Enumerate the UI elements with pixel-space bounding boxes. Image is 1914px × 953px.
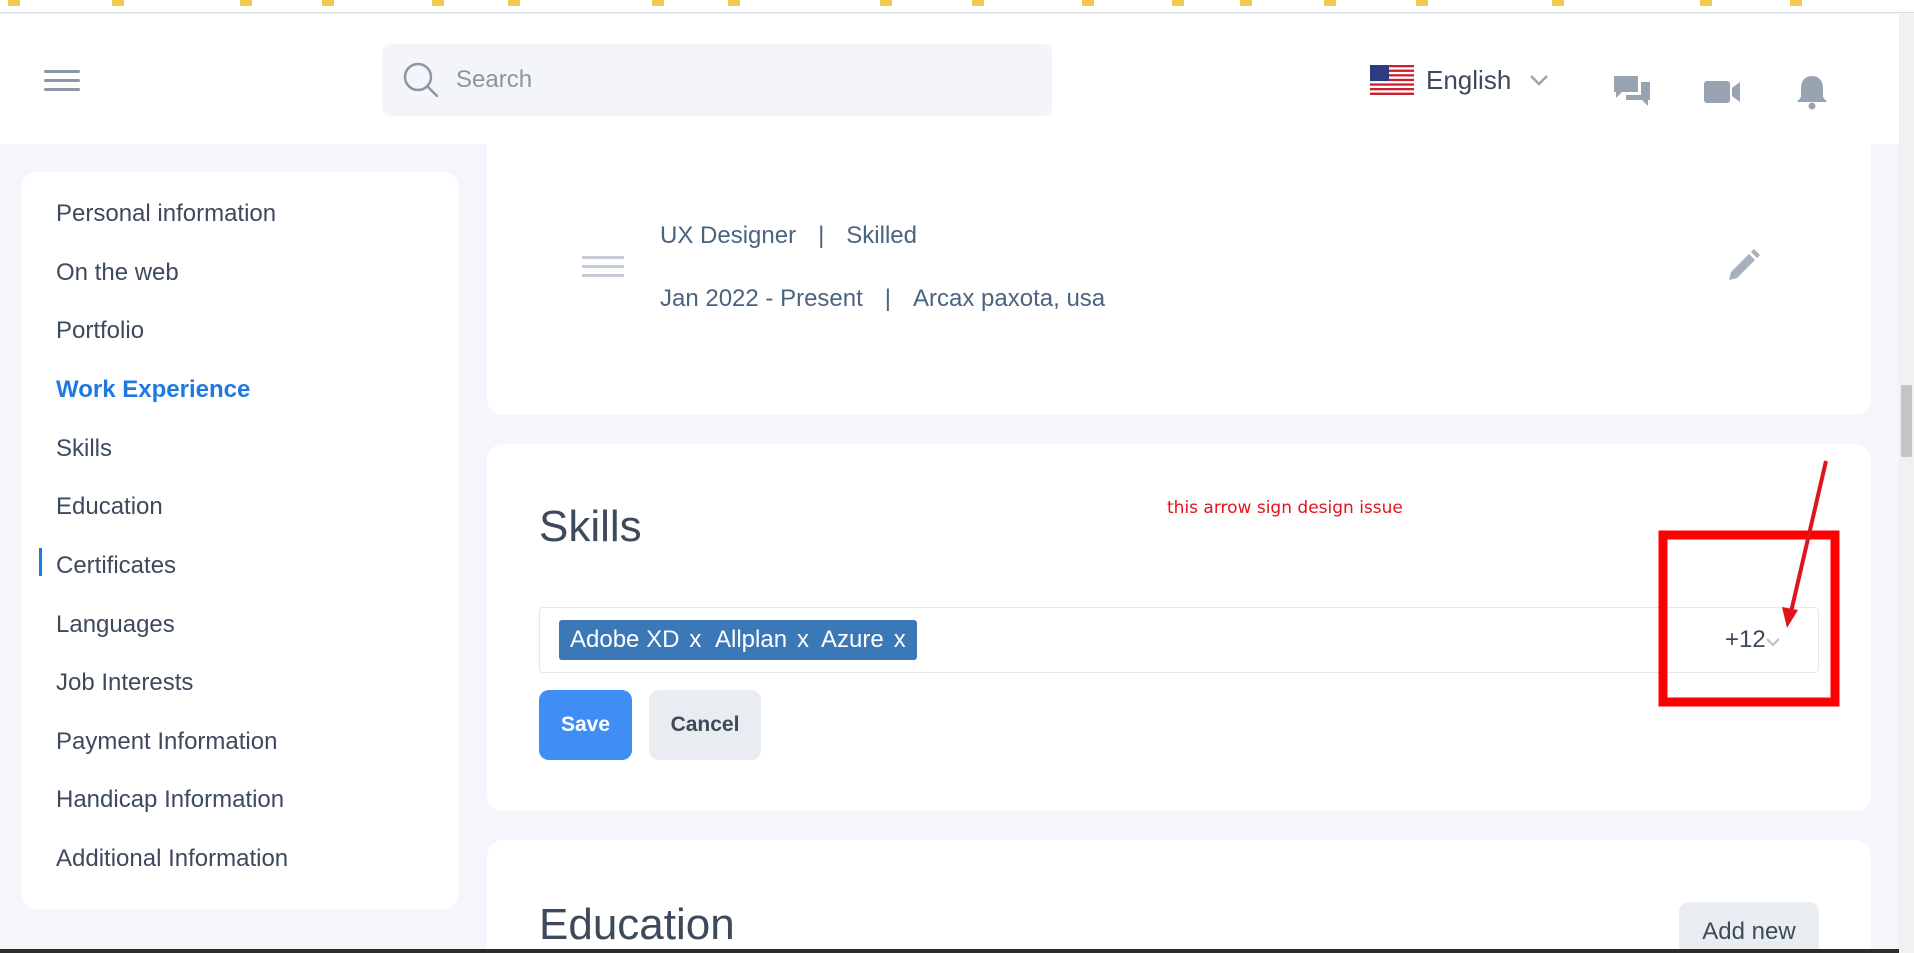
remove-chip-button[interactable]: x — [894, 626, 906, 654]
chat-icon[interactable] — [1612, 74, 1652, 110]
sidebar-item-personal-information[interactable]: Personal information — [56, 200, 276, 228]
sidebar-item-work-experience[interactable]: Work Experience — [56, 376, 250, 404]
page: English Personal information On the web … — [0, 0, 1914, 953]
language-label: English — [1426, 64, 1512, 95]
more-skills-count: +12 — [1725, 626, 1766, 653]
annotation-note: this arrow sign design issue — [1167, 498, 1403, 518]
bookmark-folder-icon[interactable] — [508, 0, 520, 6]
bell-icon[interactable] — [1792, 74, 1832, 110]
sidebar-item-languages[interactable]: Languages — [56, 611, 175, 639]
remove-chip-button[interactable]: x — [689, 626, 701, 654]
search-input[interactable] — [456, 44, 1036, 116]
bookmark-folder-icon[interactable] — [432, 0, 444, 6]
save-button[interactable]: Save — [539, 690, 632, 760]
add-new-button[interactable]: Add new — [1679, 902, 1819, 953]
drag-handle-icon[interactable] — [582, 256, 624, 278]
work-experience-card: UX Designer | Skilled Jan 2022 - Present | A… — [487, 144, 1871, 415]
chip-label: Allplan — [715, 626, 788, 653]
bookmark-folder-icon[interactable] — [1552, 0, 1564, 6]
menu-icon[interactable] — [44, 70, 80, 94]
bookmark-folder-icon[interactable] — [240, 0, 252, 6]
chip-label: Azure — [821, 626, 884, 653]
separator: | — [884, 285, 892, 312]
bookmark-folder-icon[interactable] — [1240, 0, 1252, 6]
search-bar[interactable] — [382, 44, 1052, 116]
us-flag-icon — [1370, 65, 1414, 95]
scrollbar-thumb[interactable] — [1901, 385, 1912, 457]
skills-multiselect[interactable]: Adobe XD x Allplan x Azure x +12 — [539, 607, 1819, 673]
bookmark-folder-icon[interactable] — [112, 0, 124, 6]
skill-chip: Allplan x — [704, 620, 821, 660]
bookmark-folder-icon[interactable] — [972, 0, 984, 6]
sidebar-item-on-the-web[interactable]: On the web — [56, 259, 179, 287]
experience-meta-line: Jan 2022 - Present | Arcax paxota, usa — [660, 285, 1105, 313]
bookmark-folder-icon[interactable] — [728, 0, 740, 6]
chevron-down-icon[interactable] — [1765, 636, 1781, 648]
sidebar-item-job-interests[interactable]: Job Interests — [56, 669, 193, 697]
bookmark-folder-icon[interactable] — [8, 0, 20, 6]
section-title: Skills — [539, 502, 642, 551]
bookmark-folder-icon[interactable] — [1700, 0, 1712, 6]
window-bottom-edge — [0, 949, 1899, 953]
page-scrollbar[interactable] — [1899, 14, 1914, 953]
bookmarks-bar — [0, 0, 1914, 13]
skill-level: Skilled — [846, 222, 917, 249]
sidebar-item-handicap-information[interactable]: Handicap Information — [56, 786, 284, 814]
video-icon[interactable] — [1702, 74, 1742, 110]
skill-chip: Azure x — [810, 620, 917, 660]
job-title: UX Designer — [660, 222, 797, 249]
sidebar-item-certificates[interactable]: Certificates — [56, 552, 176, 580]
bookmark-folder-icon[interactable] — [1790, 0, 1802, 6]
bookmark-folder-icon[interactable] — [1082, 0, 1094, 6]
bookmark-folder-icon[interactable] — [1324, 0, 1336, 6]
chip-label: Adobe XD — [570, 626, 680, 653]
language-selector[interactable]: English — [1370, 64, 1549, 96]
active-indicator — [39, 548, 42, 576]
pencil-icon[interactable] — [1725, 248, 1761, 284]
bookmark-folder-icon[interactable] — [652, 0, 664, 6]
bookmark-folder-icon[interactable] — [880, 0, 892, 6]
skill-chip: Adobe XD x — [559, 620, 713, 660]
job-location: Arcax paxota, usa — [913, 285, 1106, 312]
separator: | — [818, 222, 825, 249]
bookmark-folder-icon[interactable] — [1416, 0, 1428, 6]
search-icon — [403, 62, 439, 98]
sidebar-item-education[interactable]: Education — [56, 493, 163, 521]
sidebar-item-portfolio[interactable]: Portfolio — [56, 317, 144, 345]
education-card: Education Add new — [487, 840, 1871, 953]
section-title: Education — [539, 900, 735, 949]
skills-card: Skills this arrow sign design issue Adob… — [487, 444, 1871, 811]
experience-role-line: UX Designer | Skilled — [660, 222, 917, 250]
job-period: Jan 2022 - Present — [660, 285, 863, 312]
cancel-button[interactable]: Cancel — [649, 690, 761, 760]
top-header: English — [0, 14, 1899, 144]
sidebar-item-additional-information[interactable]: Additional Information — [56, 845, 288, 873]
profile-sidebar: Personal information On the web Portfoli… — [22, 172, 458, 909]
sidebar-item-skills[interactable]: Skills — [56, 435, 112, 463]
chevron-down-icon — [1530, 75, 1549, 86]
bookmark-folder-icon[interactable] — [1172, 0, 1184, 6]
remove-chip-button[interactable]: x — [797, 626, 809, 654]
bookmark-folder-icon[interactable] — [322, 0, 334, 6]
sidebar-item-payment-information[interactable]: Payment Information — [56, 728, 277, 756]
